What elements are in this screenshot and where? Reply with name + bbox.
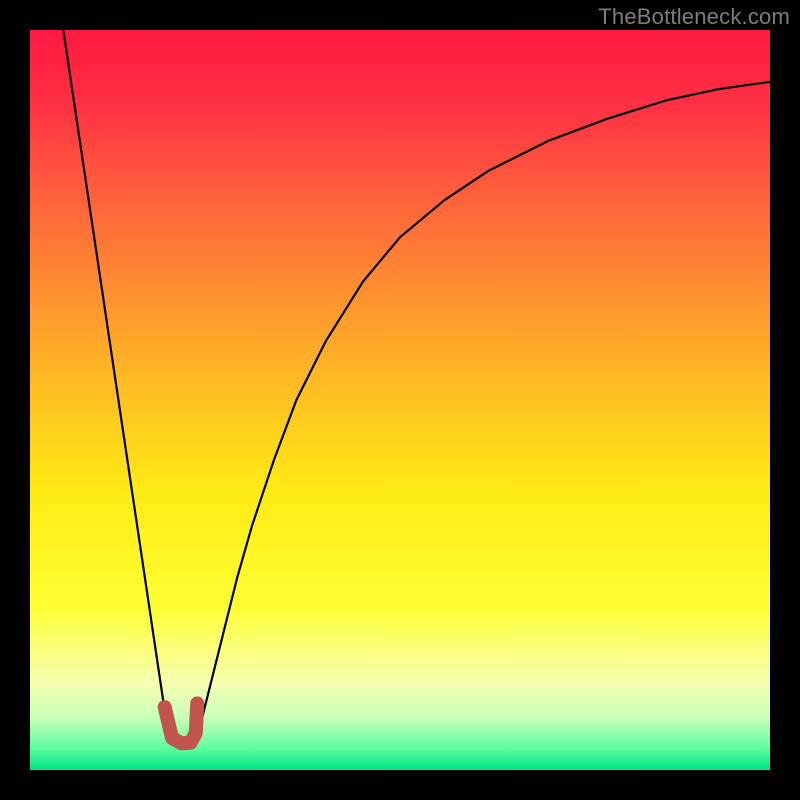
plot-area — [30, 30, 770, 770]
watermark-text: TheBottleneck.com — [598, 4, 790, 30]
gradient-background — [30, 30, 770, 770]
chart-svg — [30, 30, 770, 770]
chart-frame: TheBottleneck.com — [0, 0, 800, 800]
